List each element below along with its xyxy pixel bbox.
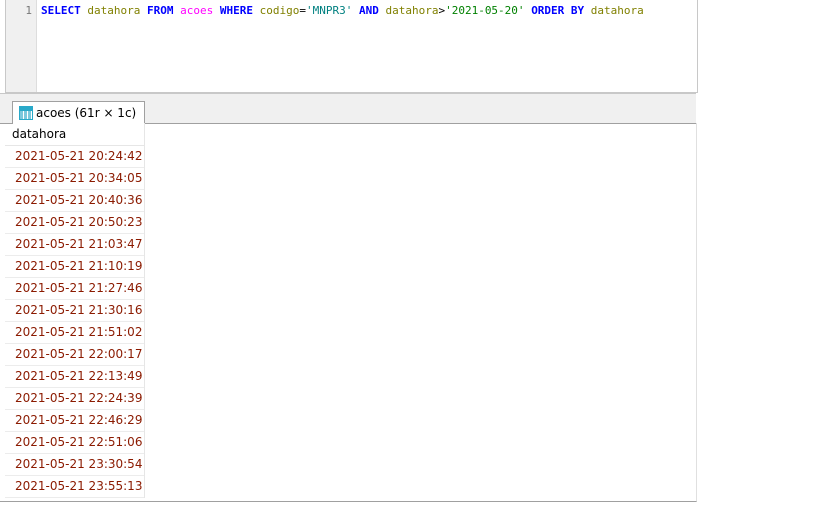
- tab-acoes-results[interactable]: acoes (61r × 1c): [12, 101, 146, 124]
- sql-code[interactable]: SELECT datahora FROM acoes WHERE codigo=…: [37, 0, 644, 92]
- sql-token: codigo: [259, 4, 300, 17]
- results-tab-bar: acoes (61r × 1c): [0, 93, 696, 124]
- sql-token: 'MNPR3': [305, 4, 353, 17]
- results-grid-area: datahora 2021-05-21 20:24:42 2021-05-21 2…: [0, 123, 697, 502]
- line-number: 1: [25, 4, 32, 17]
- sql-token: ORDER BY: [531, 4, 585, 17]
- table-row[interactable]: 2021-05-21 20:40:36: [5, 190, 144, 212]
- table-row[interactable]: 2021-05-21 22:13:49: [5, 366, 144, 388]
- table-row[interactable]: 2021-05-21 21:51:02: [5, 322, 144, 344]
- sql-token: datahora: [385, 4, 439, 17]
- sql-token: WHERE: [219, 4, 253, 17]
- sql-token: SELECT: [41, 4, 81, 17]
- sql-editor[interactable]: 1 SELECT datahora FROM acoes WHERE codig…: [5, 0, 698, 93]
- line-number-gutter: 1: [6, 0, 37, 92]
- sql-token: AND: [358, 4, 379, 17]
- table-row[interactable]: 2021-05-21 22:24:39: [5, 388, 144, 410]
- table-row[interactable]: 2021-05-21 23:30:54: [5, 454, 144, 476]
- table-row[interactable]: 2021-05-21 21:03:47: [5, 234, 144, 256]
- table-grid-icon: [19, 106, 33, 120]
- sql-token: FROM: [146, 4, 174, 17]
- sql-token: acoes: [180, 4, 214, 17]
- sql-token: '2021-05-20': [445, 4, 525, 17]
- table-row[interactable]: 2021-05-21 20:50:23: [5, 212, 144, 234]
- table-row[interactable]: 2021-05-21 20:24:42: [5, 146, 144, 168]
- column-header-datahora[interactable]: datahora: [5, 123, 144, 146]
- table-row[interactable]: 2021-05-21 22:51:06: [5, 432, 144, 454]
- table-row[interactable]: 2021-05-21 21:30:16: [5, 300, 144, 322]
- sql-token: =: [299, 4, 306, 17]
- tab-label: acoes (61r × 1c): [36, 106, 137, 120]
- table-row[interactable]: 2021-05-21 20:34:05: [5, 168, 144, 190]
- sql-token: datahora: [590, 4, 644, 17]
- results-grid: datahora 2021-05-21 20:24:42 2021-05-21 2…: [5, 123, 145, 498]
- sql-token: datahora: [87, 4, 141, 17]
- table-row[interactable]: 2021-05-21 23:55:13: [5, 476, 144, 498]
- table-row[interactable]: 2021-05-21 21:27:46: [5, 278, 144, 300]
- table-row[interactable]: 2021-05-21 22:46:29: [5, 410, 144, 432]
- table-row[interactable]: 2021-05-21 22:00:17: [5, 344, 144, 366]
- table-row[interactable]: 2021-05-21 21:10:19: [5, 256, 144, 278]
